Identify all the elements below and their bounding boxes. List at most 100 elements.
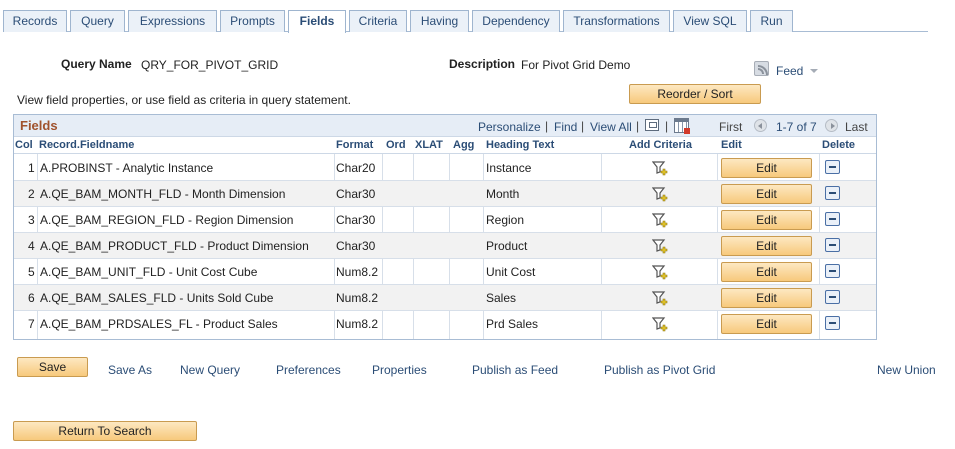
tab-expressions[interactable]: Expressions	[128, 10, 217, 32]
col-header-add-criteria: Add Criteria	[629, 139, 692, 151]
col-header-field: Record.Fieldname	[39, 139, 135, 151]
table-row: 2 A.QE_BAM_MONTH_FLD - Month Dimension C…	[14, 181, 876, 207]
col-header-heading: Heading Text	[486, 139, 555, 151]
add-criteria-icon[interactable]	[652, 160, 668, 176]
tab-bar: Records Query Expressions Prompts Fields…	[3, 10, 928, 33]
row-heading: Instance	[486, 161, 532, 175]
row-format: Num8.2	[336, 265, 379, 279]
row-format: Char30	[336, 213, 376, 227]
row-col: 5	[28, 265, 35, 279]
add-criteria-icon[interactable]	[652, 186, 668, 202]
row-field: A.QE_BAM_UNIT_FLD - Unit Cost Cube	[40, 265, 258, 279]
properties-link[interactable]: Properties	[372, 363, 427, 377]
row-field: A.QE_BAM_PRODUCT_FLD - Product Dimension	[40, 239, 309, 253]
tab-dependency[interactable]: Dependency	[472, 10, 560, 32]
column-headers: Col Record.Fieldname Format Ord XLAT Agg…	[14, 137, 876, 154]
row-field: A.QE_BAM_MONTH_FLD - Month Dimension	[40, 187, 286, 201]
view-all-link[interactable]: View All	[590, 120, 632, 134]
delete-row-icon[interactable]	[825, 212, 840, 226]
table-row: 3 A.QE_BAM_REGION_FLD - Region Dimension…	[14, 207, 876, 233]
description-label: Description	[449, 57, 516, 71]
tab-transformations[interactable]: Transformations	[563, 10, 670, 32]
new-query-link[interactable]: New Query	[180, 363, 240, 377]
edit-button[interactable]: Edit	[721, 288, 812, 308]
add-criteria-icon[interactable]	[652, 316, 668, 332]
col-header-ord: Ord	[386, 139, 406, 151]
edit-button[interactable]: Edit	[721, 158, 812, 178]
previous-icon[interactable]	[754, 119, 767, 132]
table-row: 5 A.QE_BAM_UNIT_FLD - Unit Cost Cube Num…	[14, 259, 876, 285]
reorder-sort-button[interactable]: Reorder / Sort	[629, 84, 761, 104]
download-excel-icon[interactable]	[674, 118, 690, 134]
tab-fields[interactable]: Fields	[288, 10, 346, 33]
row-heading: Sales	[486, 291, 517, 305]
row-field: A.PROBINST - Analytic Instance	[40, 161, 214, 175]
description-value: For Pivot Grid Demo	[521, 58, 631, 72]
personalize-link[interactable]: Personalize	[478, 120, 541, 134]
tab-having[interactable]: Having	[410, 10, 469, 32]
delete-row-icon[interactable]	[825, 264, 840, 278]
find-link[interactable]: Find	[554, 120, 577, 134]
new-union-link[interactable]: New Union	[877, 363, 936, 377]
grid-header: Fields Personalize | Find | View All | |…	[14, 115, 876, 137]
publish-as-pivot-grid-link[interactable]: Publish as Pivot Grid	[604, 363, 715, 377]
edit-button[interactable]: Edit	[721, 314, 812, 334]
chevron-down-icon[interactable]	[810, 69, 818, 73]
preferences-link[interactable]: Preferences	[276, 363, 341, 377]
last-link[interactable]: Last	[845, 120, 868, 134]
row-range: 1-7 of 7	[776, 120, 817, 134]
save-button[interactable]: Save	[17, 357, 88, 377]
edit-button[interactable]: Edit	[721, 262, 812, 282]
col-header-col: Col	[15, 139, 33, 151]
first-link[interactable]: First	[719, 120, 742, 134]
tab-prompts[interactable]: Prompts	[220, 10, 285, 32]
row-heading: Prd Sales	[486, 317, 539, 331]
publish-as-feed-link[interactable]: Publish as Feed	[472, 363, 558, 377]
tab-records[interactable]: Records	[3, 10, 67, 32]
delete-row-icon[interactable]	[825, 290, 840, 304]
row-col: 3	[28, 213, 35, 227]
separator: |	[636, 119, 640, 133]
row-heading: Unit Cost	[486, 265, 536, 279]
edit-button[interactable]: Edit	[721, 184, 812, 204]
separator: |	[581, 119, 585, 133]
tab-view-sql[interactable]: View SQL	[673, 10, 747, 32]
table-row: 1 A.PROBINST - Analytic Instance Char20 …	[14, 155, 876, 181]
next-icon[interactable]	[825, 119, 838, 132]
rss-feed-icon[interactable]	[754, 61, 769, 76]
table-row: 6 A.QE_BAM_SALES_FLD - Units Sold Cube N…	[14, 285, 876, 311]
instruction-text: View field properties, or use field as c…	[17, 93, 351, 107]
separator: |	[665, 119, 669, 133]
row-format: Num8.2	[336, 291, 379, 305]
return-to-search-button[interactable]: Return To Search	[13, 421, 197, 441]
fields-grid: Fields Personalize | Find | View All | |…	[13, 114, 877, 340]
row-field: A.QE_BAM_REGION_FLD - Region Dimension	[40, 213, 294, 227]
edit-button[interactable]: Edit	[721, 236, 812, 256]
row-col: 1	[28, 161, 35, 175]
table-row: 4 A.QE_BAM_PRODUCT_FLD - Product Dimensi…	[14, 233, 876, 259]
add-criteria-icon[interactable]	[652, 290, 668, 306]
add-criteria-icon[interactable]	[652, 264, 668, 280]
add-criteria-icon[interactable]	[652, 238, 668, 254]
row-col: 4	[28, 239, 35, 253]
delete-row-icon[interactable]	[825, 160, 840, 174]
delete-row-icon[interactable]	[825, 316, 840, 330]
save-as-link[interactable]: Save As	[108, 363, 152, 377]
delete-row-icon[interactable]	[825, 238, 840, 252]
col-header-delete: Delete	[822, 139, 856, 151]
zoom-icon[interactable]	[645, 119, 659, 131]
tab-criteria[interactable]: Criteria	[349, 10, 407, 32]
row-field: A.QE_BAM_SALES_FLD - Units Sold Cube	[40, 291, 274, 305]
row-format: Char30	[336, 239, 376, 253]
delete-row-icon[interactable]	[825, 186, 840, 200]
edit-button[interactable]: Edit	[721, 210, 812, 230]
tab-run[interactable]: Run	[750, 10, 793, 32]
row-col: 2	[28, 187, 35, 201]
grid-title: Fields	[20, 118, 58, 133]
col-header-edit: Edit	[721, 139, 742, 151]
row-format: Char30	[336, 187, 376, 201]
add-criteria-icon[interactable]	[652, 212, 668, 228]
feed-dropdown[interactable]: Feed	[776, 64, 803, 78]
row-format: Num8.2	[336, 317, 379, 331]
tab-query[interactable]: Query	[70, 10, 125, 32]
